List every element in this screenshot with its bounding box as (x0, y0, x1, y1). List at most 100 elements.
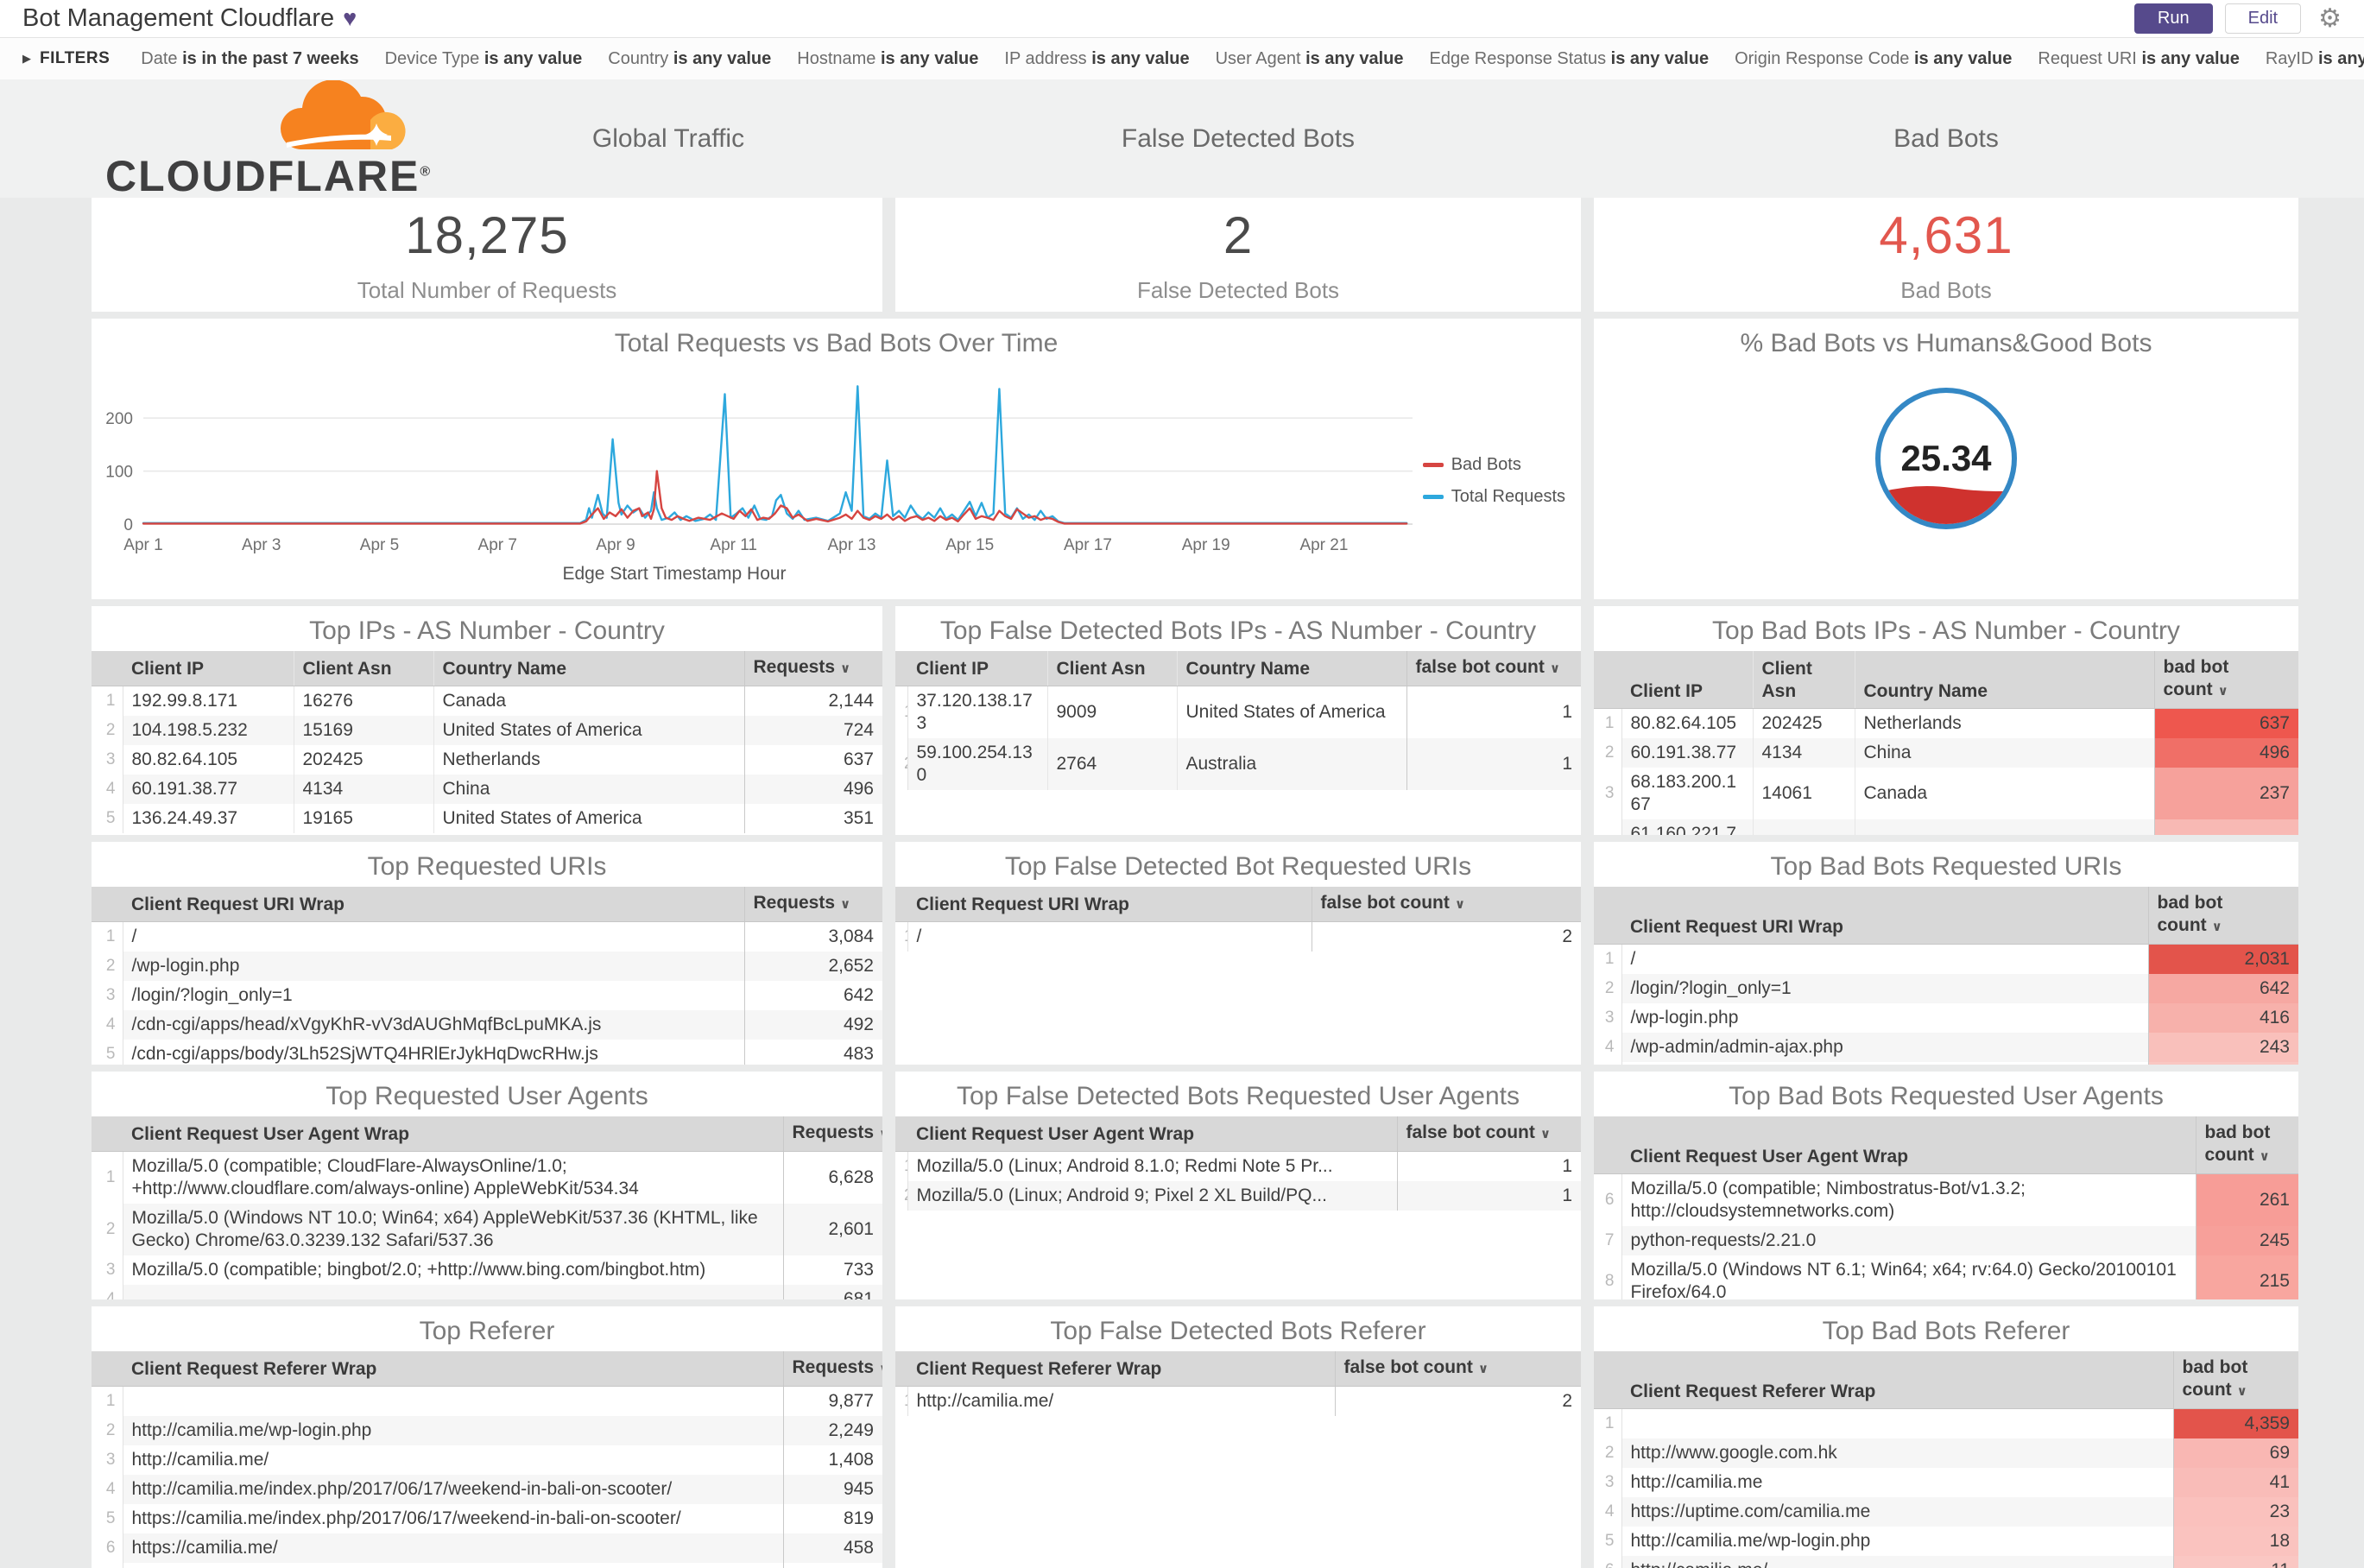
table-cell: 2 (1334, 1386, 1581, 1416)
column-header[interactable]: Client Request User Agent Wrap (1621, 1116, 2196, 1174)
kpi-value: 18,275 (405, 206, 569, 264)
table-cell: 492 (743, 1010, 882, 1040)
table-row: 4 60.191.38.77 4134 China 496 (92, 775, 882, 804)
column-header[interactable]: false bot count ∨ (1311, 887, 1581, 922)
timeseries-chart: 0 100 200 Apr 1 Apr 3 Apr 5 Apr 7 Apr 9 Apr 11 Ap… (105, 385, 1413, 584)
column-header[interactable]: Client Asn (293, 651, 433, 686)
table-cell: 3,084 (743, 921, 882, 952)
table-cell: 458 (782, 1533, 882, 1563)
svg-text:Apr 13: Apr 13 (827, 536, 875, 554)
kpi-label: Total Number of Requests (357, 277, 617, 303)
panel-title: Top Bad Bots Requested User Agents (1729, 1082, 2164, 1110)
legend-item-total-requests[interactable]: Total Requests (1422, 487, 1565, 507)
table-cell: Mozilla/5.0 (compatible; bingbot/2.0; +h… (131, 1260, 706, 1280)
table-panel-top-uris: Top Requested URIs Client Request URI Wra… (92, 842, 882, 1065)
svg-text:Apr 17: Apr 17 (1064, 536, 1112, 554)
table-cell: 18 (2172, 1527, 2298, 1556)
table-row: 7http://camilia.me/index.php/2017/05/14/… (92, 1563, 882, 1568)
filter-chip[interactable]: RayID is any value (2266, 49, 2364, 68)
column-header[interactable]: false bot count ∨ (1396, 1116, 1581, 1152)
column-header[interactable]: Client Asn (1046, 651, 1177, 686)
table-row: 4/wp-admin/admin-ajax.php 243 (1594, 1033, 2298, 1062)
sort-chevron-icon: ∨ (879, 1127, 882, 1141)
kpi-tile-total-requests: 18,275 Total Number of Requests (92, 198, 882, 312)
table-cell: 16276 (293, 686, 433, 716)
table-cell: 2,144 (743, 686, 882, 716)
table-cell: /login/?login_only=1 (131, 985, 293, 1005)
column-header[interactable]: Requests∨ (782, 1351, 882, 1387)
filters-toggle[interactable]: ▶ FILTERS (22, 49, 110, 68)
column-header[interactable]: Requests∨ (743, 651, 882, 686)
column-header[interactable]: Requests∨ (782, 1116, 882, 1152)
column-header[interactable]: false bot count ∨ (1334, 1351, 1581, 1387)
column-header[interactable]: bad bot count ∨ (2172, 1351, 2298, 1409)
table-cell: http://camilia.me/ (131, 1450, 269, 1470)
filter-chip[interactable]: Country is any value (608, 49, 771, 68)
column-header[interactable]: false bot count ∨ (1406, 651, 1581, 686)
table-panel-top-user-agents: Top Requested User Agents Client Request … (92, 1072, 882, 1299)
column-header[interactable]: Client Request URI Wrap (123, 887, 744, 922)
table-cell: http://camilia.me/wp-login.php (123, 1416, 783, 1445)
legend-item-bad-bots[interactable]: Bad Bots (1422, 455, 1565, 475)
filter-chip[interactable]: Hostname is any value (797, 49, 978, 68)
sort-chevron-icon: ∨ (1477, 1362, 1489, 1376)
filter-chip[interactable]: Device Type is any value (385, 49, 583, 68)
column-header[interactable]: Client Request URI Wrap (907, 887, 1312, 922)
table-cell: 4134 (1752, 738, 1855, 768)
filter-chip[interactable]: Request URI is any value (2038, 49, 2239, 68)
chart-legend: Bad Bots Total Requests (1422, 455, 1565, 519)
column-header[interactable]: Client Request Referer Wrap (907, 1351, 1335, 1387)
filter-chip[interactable]: Origin Response Code is any value (1735, 49, 2012, 68)
data-table: Client Request URI Wrap bad bot count ∨ 1 / 2… (1594, 887, 2298, 1065)
row-number-header (92, 1116, 123, 1152)
table-cell: 1 (1406, 686, 1581, 738)
table-cell: / (1630, 949, 1636, 969)
column-header[interactable]: bad bot count ∨ (2195, 1116, 2298, 1174)
gear-icon[interactable]: ⚙ (2318, 5, 2342, 32)
filter-chip[interactable]: User Agent is any value (1216, 49, 1404, 68)
column-header[interactable]: Client IP (1621, 651, 1753, 709)
table-row: 2 60.191.38.77 4134 China 496 (1594, 738, 2298, 768)
filter-chip[interactable]: Date is in the past 7 weeks (141, 49, 358, 68)
table-cell: 637 (2153, 708, 2298, 738)
table-cell: 23650 (1752, 819, 1855, 835)
column-header[interactable]: Country Name (433, 651, 744, 686)
column-header[interactable]: Client Request User Agent Wrap (907, 1116, 1397, 1152)
run-button[interactable]: Run (2133, 3, 2213, 34)
table-cell: Canada (1854, 768, 2154, 819)
cloudflare-cloud-icon (280, 79, 406, 149)
table-cell: 15169 (293, 716, 433, 745)
filter-chip[interactable]: IP address is any value (1004, 49, 1189, 68)
svg-text:100: 100 (105, 464, 133, 482)
table-cell: http://camilia.me/ (916, 1391, 1054, 1411)
table-cell: /wp-login.php (123, 952, 744, 981)
filter-chip[interactable]: Edge Response Status is any value (1430, 49, 1710, 68)
table-panel-false-bot-ips: Top False Detected Bots IPs - AS Number … (895, 606, 1581, 835)
column-header[interactable]: Country Name (1176, 651, 1406, 686)
column-header[interactable]: bad bot count ∨ (2153, 651, 2298, 709)
column-header[interactable]: Client IP (907, 651, 1047, 686)
column-header[interactable]: Client Request URI Wrap (1621, 887, 2148, 945)
panel-title: Top Requested URIs (367, 852, 607, 881)
column-header[interactable]: Country Name (1854, 651, 2154, 709)
column-header[interactable]: Client Request User Agent Wrap (123, 1116, 783, 1152)
row-number: 7 (92, 1563, 123, 1568)
row-number: 4 (92, 775, 123, 804)
column-header[interactable]: Client IP (123, 651, 294, 686)
row-number: 2 (92, 1204, 123, 1255)
column-header[interactable]: bad bot count ∨ (2147, 887, 2298, 945)
column-header[interactable]: Client Asn (1752, 651, 1855, 709)
column-header[interactable]: Client Request Referer Wrap (1621, 1351, 2173, 1409)
table-cell: 2,652 (743, 952, 882, 981)
edit-button[interactable]: Edit (2224, 3, 2302, 34)
row-number: 5 (1594, 1062, 1622, 1065)
table-row: 1 80.82.64.105 202425 Netherlands 637 (1594, 708, 2298, 738)
table-cell: 1 (1396, 1181, 1581, 1211)
svg-text:Apr 21: Apr 21 (1299, 536, 1348, 554)
column-header[interactable]: Client Request Referer Wrap (123, 1351, 783, 1387)
column-header[interactable]: Requests∨ (743, 887, 882, 922)
table-row: 1 / 3,084 (92, 921, 882, 952)
panel-title: Top Bad Bots Requested URIs (1770, 852, 2122, 881)
table-cell: China (433, 775, 744, 804)
data-table: Client IP Client Asn Country Name Requests ∨… (92, 651, 882, 833)
